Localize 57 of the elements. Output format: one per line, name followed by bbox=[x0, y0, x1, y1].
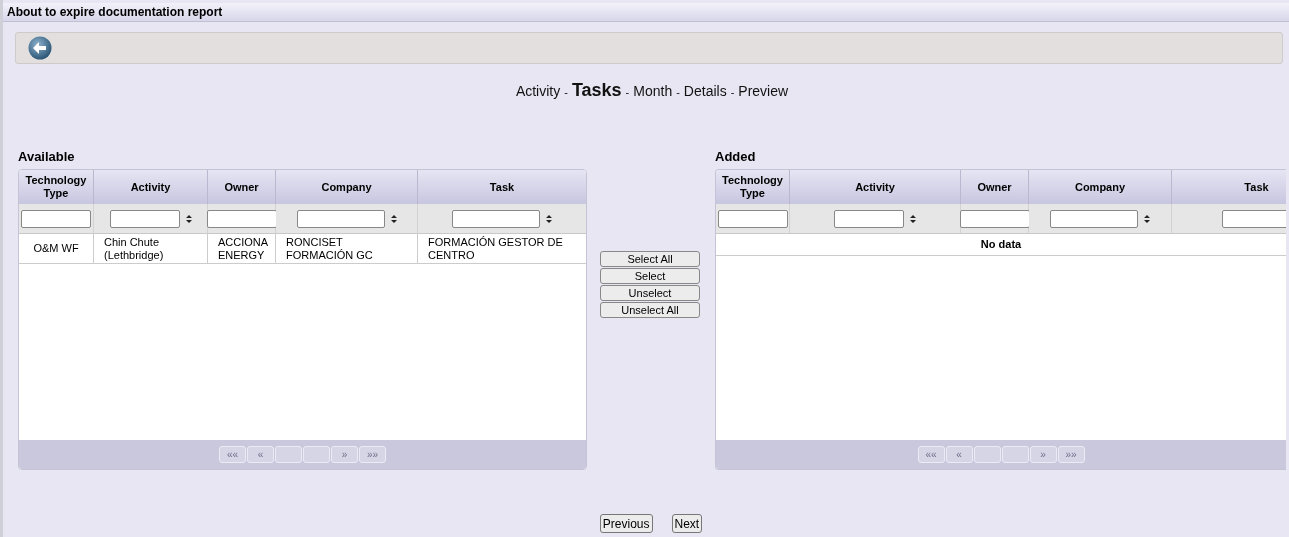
table-cell-text: RONCISET FORMACIÓN GC bbox=[286, 236, 374, 262]
panel-title: Added bbox=[715, 149, 757, 166]
step-separator: - bbox=[676, 86, 680, 98]
transfer-button[interactable]: Select All bbox=[600, 251, 700, 267]
pager-button[interactable]: » bbox=[1029, 446, 1057, 463]
filter-field[interactable] bbox=[206, 209, 277, 228]
pager-button[interactable]: »» bbox=[359, 446, 386, 463]
column-header[interactable]: Activity bbox=[790, 170, 961, 204]
pager-button[interactable]: »» bbox=[1057, 446, 1085, 463]
empty-message: No data bbox=[716, 234, 1286, 256]
transfer-button[interactable]: Select bbox=[600, 268, 700, 284]
column-header[interactable]: Owner bbox=[961, 170, 1029, 204]
wizard-step: Preview bbox=[738, 83, 789, 99]
window-title: About to expire documentation report bbox=[3, 3, 1289, 22]
filter-field[interactable] bbox=[717, 209, 788, 228]
filter-field[interactable] bbox=[959, 209, 1030, 228]
transfer-button[interactable]: Unselect bbox=[600, 285, 700, 301]
sort-icon[interactable] bbox=[1144, 214, 1150, 223]
pager-button[interactable]: « bbox=[945, 446, 973, 463]
filter-field[interactable] bbox=[21, 209, 91, 228]
wizard-step: Activity bbox=[515, 83, 561, 99]
step-separator: - bbox=[730, 86, 735, 98]
panel-title: Available bbox=[18, 149, 76, 166]
column-header[interactable]: Activity bbox=[94, 170, 208, 204]
table-cell: O&M WF bbox=[33, 242, 79, 255]
sort-icon[interactable] bbox=[910, 214, 916, 223]
pager-button[interactable]: «« bbox=[219, 446, 246, 463]
filter-field[interactable] bbox=[834, 209, 904, 228]
step-separator: - bbox=[625, 86, 630, 98]
pager-button[interactable]: » bbox=[331, 446, 358, 463]
wizard-step: Month bbox=[633, 83, 673, 99]
column-header[interactable]: Task bbox=[418, 170, 586, 204]
filter-field[interactable] bbox=[296, 209, 385, 228]
sort-icon[interactable] bbox=[390, 214, 397, 223]
column-header[interactable]: Owner bbox=[208, 170, 276, 204]
filter-field[interactable] bbox=[1221, 209, 1286, 228]
wizard-step: Details bbox=[683, 83, 727, 99]
column-header[interactable]: Task bbox=[1172, 170, 1286, 204]
nav-button[interactable]: Previous bbox=[599, 514, 653, 533]
column-header[interactable]: Technology Type bbox=[19, 170, 94, 204]
column-header[interactable]: Technology Type bbox=[716, 170, 790, 204]
table-cell-text: Chin Chute (Lethbridge) bbox=[104, 236, 165, 262]
table-cell: ACCIONA ENERGY bbox=[218, 236, 268, 262]
filter-field[interactable] bbox=[1050, 209, 1138, 228]
filter-field[interactable] bbox=[452, 209, 540, 228]
pager-button[interactable]: «« bbox=[917, 446, 945, 463]
nav-button[interactable]: Next bbox=[671, 514, 703, 533]
wizard-step: Tasks bbox=[571, 80, 622, 101]
column-header[interactable]: Company bbox=[1029, 170, 1172, 204]
sort-icon[interactable] bbox=[185, 214, 192, 223]
column-header[interactable]: Company bbox=[276, 170, 418, 204]
step-separator: - bbox=[564, 86, 568, 98]
transfer-button[interactable]: Unselect All bbox=[600, 302, 700, 318]
sort-icon[interactable] bbox=[546, 214, 552, 223]
filter-field[interactable] bbox=[109, 209, 180, 228]
table-cell-text: FORMACIÓN GESTOR DE CENTRO bbox=[428, 236, 564, 262]
pager-button[interactable]: « bbox=[247, 446, 274, 463]
